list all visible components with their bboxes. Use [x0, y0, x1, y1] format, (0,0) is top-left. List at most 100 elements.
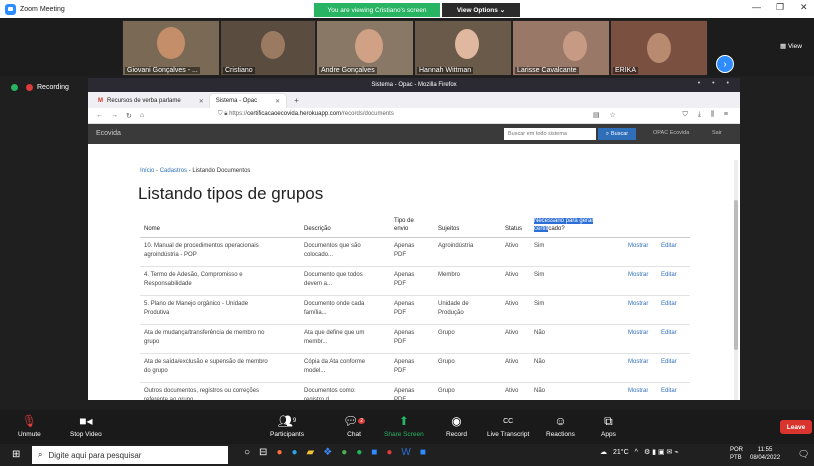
- video-camera-icon: ■◂: [79, 414, 93, 428]
- cell-nome-line1: Outros documentos, registros ou correçõe…: [144, 388, 260, 394]
- brand-link[interactable]: Ecovida: [96, 130, 121, 137]
- language-indicator[interactable]: POR PTB: [730, 446, 743, 462]
- cell-necessario: Sim: [534, 301, 545, 307]
- url-bar[interactable]: ⛉ 🔒︎ https://certificacaoecovida.herokua…: [218, 111, 394, 118]
- dropbox-icon[interactable]: ❖: [323, 447, 332, 458]
- participant-name: Hannah Wittman: [417, 67, 474, 74]
- participant-tile[interactable]: Larisse Cavalcante: [512, 20, 610, 76]
- view-options-button[interactable]: View Options ⌄: [442, 3, 520, 17]
- opac-ecovida-link[interactable]: OPAC Ecovida: [653, 130, 689, 136]
- firefox-icon[interactable]: ●: [276, 447, 282, 458]
- record-label: Record: [446, 431, 467, 438]
- breadcrumb-cadastros[interactable]: Cadastros: [160, 168, 187, 174]
- weather-temp[interactable]: 21°C: [613, 449, 629, 456]
- forward-icon[interactable]: →: [111, 112, 118, 119]
- edge-icon[interactable]: ●: [291, 447, 297, 458]
- edit-link[interactable]: Editar: [661, 329, 677, 338]
- breadcrumb-inicio[interactable]: Início: [140, 168, 154, 174]
- new-tab-icon[interactable]: +: [286, 96, 307, 108]
- col-sujeitos: Sujeitos: [438, 226, 460, 232]
- cell-sujeitos-line1: Grupo: [438, 359, 455, 365]
- spotify-icon[interactable]: ●: [356, 447, 362, 458]
- participant-tile[interactable]: ERIKA: [610, 20, 708, 76]
- notifications-icon[interactable]: 🗨︎: [798, 449, 809, 460]
- participant-tile[interactable]: Hannah Wittman: [414, 20, 512, 76]
- tab-recursos[interactable]: M Recursos de verba parlame ✕: [92, 94, 210, 108]
- show-link[interactable]: Mostrar: [628, 271, 648, 280]
- show-link[interactable]: Mostrar: [628, 300, 648, 309]
- tray-overflow-icon[interactable]: ^: [635, 449, 638, 456]
- cell-tipo-line1: Apenas: [394, 272, 415, 278]
- toolbar-icons[interactable]: ⛉ ⤓ ⫼ ≡: [683, 111, 732, 119]
- stop-video-button[interactable]: ■◂ Stop Video: [70, 413, 102, 438]
- tray-icons[interactable]: ⚙ ▮ ▣ ✉ ⌁: [644, 448, 679, 456]
- word-icon[interactable]: W: [401, 447, 410, 458]
- participant-tile[interactable]: Giovani Gonçalves - ...: [122, 20, 220, 76]
- live-transcript-button[interactable]: CC Live Transcript: [487, 413, 530, 439]
- show-link[interactable]: Mostrar: [628, 358, 648, 367]
- close-tab-icon[interactable]: ✕: [199, 98, 204, 105]
- col-tipo-line2: envio: [394, 226, 409, 232]
- reader-bookmark-icons[interactable]: ▤ ☆: [593, 111, 620, 119]
- chrome-icon[interactable]: ●: [341, 447, 347, 458]
- widgets-icon[interactable]: ⊟: [259, 447, 267, 458]
- app-icon[interactable]: ●: [386, 447, 392, 458]
- next-participants-button[interactable]: ›: [716, 55, 734, 73]
- edit-link[interactable]: Editar: [661, 358, 677, 367]
- reload-icon[interactable]: ↻: [126, 112, 132, 120]
- restore-icon[interactable]: ❐: [776, 2, 784, 13]
- stop-video-label: Stop Video: [70, 431, 102, 438]
- url-prefix: https://: [229, 111, 248, 117]
- firefox-tabstrip: M Recursos de verba parlame ✕ Sistema - …: [88, 92, 740, 108]
- leave-button[interactable]: Leave: [780, 420, 812, 434]
- back-icon[interactable]: ←: [96, 112, 103, 119]
- cell-nome-line2: do grupo: [144, 368, 168, 374]
- edit-link[interactable]: Editar: [661, 300, 677, 309]
- close-icon[interactable]: ✕: [800, 2, 808, 13]
- show-link[interactable]: Mostrar: [628, 329, 648, 338]
- logout-link[interactable]: Sair: [712, 130, 722, 136]
- cell-sujeitos-line2: Produção: [438, 310, 464, 316]
- outlook-icon[interactable]: ■: [420, 447, 426, 458]
- show-link[interactable]: Mostrar: [628, 242, 648, 251]
- keyboard-layout: PTB: [730, 455, 742, 461]
- taskbar-search[interactable]: ⌕ Digite aqui para pesquisar: [32, 446, 228, 464]
- tab-sistema-opac[interactable]: Sistema - Opac ✕: [209, 94, 287, 108]
- window-controls-icon[interactable]: • • •: [698, 80, 734, 87]
- windows-start-icon[interactable]: ⊞: [12, 449, 20, 460]
- participant-tile[interactable]: Cristiano: [220, 20, 316, 76]
- view-button[interactable]: ▦ View: [780, 42, 802, 50]
- reactions-button[interactable]: ☺ Reactions: [546, 413, 575, 438]
- page-scrollbar[interactable]: [734, 160, 738, 400]
- cell-tipo-line2: PDF: [394, 310, 406, 316]
- home-icon[interactable]: ⌂: [140, 112, 144, 119]
- cell-nome: Ata de mudança/transferência de membro n…: [144, 329, 264, 347]
- view-label: View: [787, 43, 802, 50]
- record-icon: ◉: [451, 414, 462, 428]
- edit-link[interactable]: Editar: [661, 242, 677, 251]
- chat-badge: 2: [358, 418, 366, 424]
- close-tab-icon[interactable]: ✕: [275, 98, 280, 105]
- edit-link[interactable]: Editar: [661, 387, 677, 396]
- show-link[interactable]: Mostrar: [628, 387, 648, 396]
- scrollbar-thumb[interactable]: [734, 200, 738, 350]
- apps-button[interactable]: ⧉ Apps: [601, 413, 616, 439]
- share-screen-button[interactable]: ⬆ Share Screen: [384, 413, 424, 438]
- zoom-app-icon[interactable]: ■: [371, 447, 377, 458]
- unmute-button[interactable]: 🎙︎ Unmute: [18, 413, 41, 438]
- edit-link[interactable]: Editar: [661, 271, 677, 280]
- participants-button[interactable]: 👥︎ 9 Participants: [270, 413, 304, 438]
- participant-video: [647, 33, 671, 63]
- minimize-icon[interactable]: —: [752, 2, 761, 12]
- record-button[interactable]: ◉ Record: [446, 413, 467, 438]
- task-view-icon[interactable]: ○: [244, 447, 250, 458]
- chat-button[interactable]: 💬︎ 2 Chat: [343, 413, 366, 438]
- live-transcript-label: Live Transcript: [487, 431, 530, 438]
- file-explorer-icon[interactable]: ▰: [307, 447, 315, 458]
- participant-tile[interactable]: Andre Gonçalves: [316, 20, 414, 76]
- taskbar-clock[interactable]: 11:55 08/04/2022: [750, 446, 780, 462]
- search-input[interactable]: [504, 128, 596, 140]
- search-button[interactable]: ⌕ Buscar: [598, 128, 636, 140]
- cell-descricao-line2: colocado...: [304, 252, 334, 258]
- weather-icon[interactable]: ☁: [600, 448, 607, 456]
